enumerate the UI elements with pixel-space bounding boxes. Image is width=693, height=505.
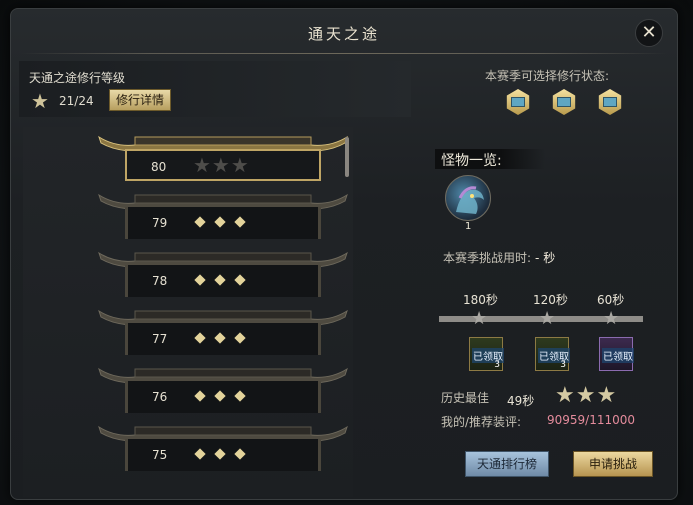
diamond-icon — [214, 216, 226, 228]
diamond-icon — [214, 390, 226, 402]
title-divider — [21, 53, 667, 54]
tower-floor[interactable]: 78 — [95, 249, 351, 307]
monster-header: 怪物一览: — [435, 149, 545, 169]
reward-qty: 3 — [494, 360, 500, 370]
background-fringe — [685, 130, 693, 160]
reward-slot[interactable]: 已领取 3 — [535, 337, 570, 371]
best-time: 49秒 — [507, 394, 535, 408]
best-stars: ★★★ — [555, 383, 618, 408]
diamond-icon — [234, 448, 246, 460]
challenge-button[interactable]: 申请挑战 — [573, 451, 653, 477]
diamond-icon — [194, 448, 206, 460]
floor-body: 77 — [125, 323, 321, 355]
reward-qty: 3 — [560, 360, 566, 370]
star-icon: ★ — [31, 89, 49, 113]
diamond-icon — [234, 216, 246, 228]
diamond-icon — [234, 274, 246, 286]
floor-rating — [194, 273, 246, 286]
tower-scrollbar[interactable] — [345, 137, 349, 177]
floor-number: 76 — [152, 390, 168, 404]
floor-body: 78 — [125, 265, 321, 297]
monster-portrait-icon[interactable] — [445, 175, 491, 221]
diamond-icon — [194, 332, 206, 344]
panel-title: 通天之途 — [307, 25, 380, 43]
diamond-icon — [234, 332, 246, 344]
floor-body: 75 — [125, 439, 321, 471]
gear-label: 我的/推荐装评: — [441, 415, 522, 429]
tower-floor[interactable]: 75 — [95, 423, 351, 481]
reward-slot[interactable]: 已领取 — [599, 337, 634, 371]
floor-stars: ★★★ — [193, 153, 250, 177]
floor-body: 76 — [125, 381, 321, 413]
floor-number: 80 — [151, 160, 167, 174]
state-badge-icon[interactable] — [597, 89, 625, 117]
challenge-time: 本赛季挑战用时: - 秒 — [443, 249, 555, 266]
title-bar: 通天之途 ✕ — [11, 9, 677, 55]
diamond-icon — [214, 448, 226, 460]
leaderboard-button[interactable]: 天通排行榜 — [465, 451, 549, 477]
state-badge-icon[interactable] — [551, 89, 579, 117]
tower-floor[interactable]: 76 — [95, 365, 351, 423]
monster-title: 怪物一览: — [441, 153, 502, 169]
floor-number: 78 — [152, 274, 168, 288]
floor-rating — [194, 215, 246, 228]
floor-rating — [194, 447, 246, 460]
monster-count: 1 — [465, 221, 472, 232]
gear-value: 90959/111000 — [547, 413, 636, 427]
challenge-time-value: - 秒 — [535, 251, 556, 265]
tower-floor[interactable]: 77 — [95, 307, 351, 365]
floor-rating — [194, 389, 246, 402]
floor-number: 79 — [152, 216, 168, 230]
status-title: 本赛季可选择修行状态: — [485, 69, 610, 83]
info-panel: 本赛季可选择修行状态: 怪物一览: 1 本赛季挑战用时: - 秒 180秒 120… — [415, 61, 673, 497]
floor-rating — [194, 331, 246, 344]
floor-number: 75 — [152, 448, 168, 462]
tower-floor[interactable]: 80 ★★★ — [95, 133, 351, 191]
threshold-star-icon: ★ — [539, 308, 556, 329]
diamond-icon — [234, 390, 246, 402]
level-count: 21/24 — [59, 94, 94, 108]
best-label: 历史最佳 — [441, 391, 490, 405]
state-badge-icon[interactable] — [505, 89, 533, 117]
diamond-icon — [214, 332, 226, 344]
threshold-label: 120秒 — [533, 293, 568, 307]
floor-number: 77 — [152, 332, 168, 346]
diamond-icon — [214, 274, 226, 286]
diamond-icon — [194, 216, 206, 228]
floor-body: 80 ★★★ — [125, 149, 321, 181]
challenge-time-label: 本赛季挑战用时: — [443, 251, 532, 265]
tongtian-panel: 通天之途 ✕ 天通之途修行等级 ★ 21/24 修行详情 80 ★★★ 79 7… — [10, 8, 678, 500]
detail-button[interactable]: 修行详情 — [109, 89, 171, 111]
threshold-star-icon: ★ — [603, 308, 620, 329]
reward-slot[interactable]: 已领取 3 — [469, 337, 504, 371]
threshold-label: 60秒 — [597, 293, 625, 307]
floor-body: 79 — [125, 207, 321, 239]
close-button[interactable]: ✕ — [635, 19, 663, 47]
claimed-label: 已领取 — [602, 348, 634, 363]
threshold-label: 180秒 — [463, 293, 498, 307]
level-header: 天通之途修行等级 ★ 21/24 修行详情 — [19, 61, 411, 117]
diamond-icon — [194, 390, 206, 402]
diamond-icon — [194, 274, 206, 286]
threshold-star-icon: ★ — [471, 308, 488, 329]
level-title: 天通之途修行等级 — [29, 71, 126, 85]
tower-floor[interactable]: 79 — [95, 191, 351, 249]
tower-list[interactable]: 80 ★★★ 79 78 77 76 75 — [23, 127, 353, 497]
game-scene: 通天之途 ✕ 天通之途修行等级 ★ 21/24 修行详情 80 ★★★ 79 7… — [0, 0, 693, 505]
